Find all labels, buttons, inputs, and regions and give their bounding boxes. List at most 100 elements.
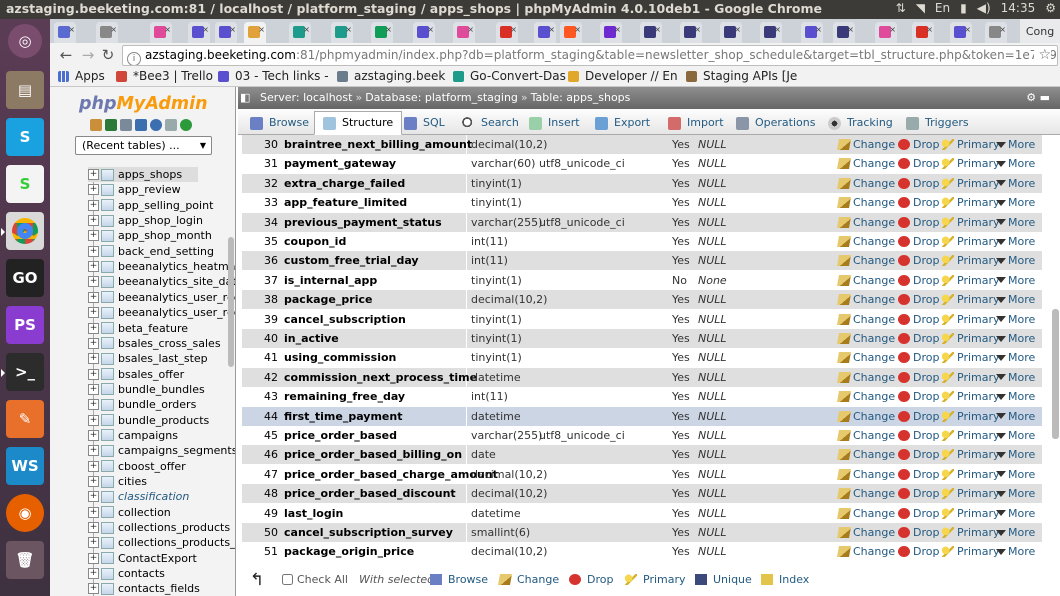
nav-table-item[interactable]: + back_end_setting: [88, 244, 214, 259]
bulk-browse-button[interactable]: Browse: [430, 563, 488, 596]
table-row[interactable]: 39 cancel_subscription tinyint(1) Yes NULL Ch…: [242, 309, 1042, 329]
table-row[interactable]: 47 price_order_based_charge_amount decimal…: [242, 464, 1042, 484]
table-row[interactable]: 38 package_price decimal(10,2) Yes NULL Chang…: [242, 290, 1042, 310]
table-row[interactable]: 48 price_order_based_discount decimal(10,2…: [242, 484, 1042, 504]
browser-tab[interactable]: ×: [413, 22, 435, 43]
primary-button[interactable]: Primary: [942, 504, 1000, 523]
more-button[interactable]: More: [996, 174, 1035, 193]
primary-button[interactable]: Primary: [942, 407, 1000, 426]
drop-button[interactable]: Drop: [898, 368, 939, 387]
change-button[interactable]: Change: [837, 193, 895, 212]
nav-table-item[interactable]: + collections_products_ne: [88, 535, 235, 550]
table-icon[interactable]: [101, 383, 114, 396]
breadcrumb-database[interactable]: Database: platform_staging: [365, 91, 518, 104]
check-all[interactable]: Check All: [282, 563, 348, 596]
table-icon[interactable]: [101, 475, 114, 488]
table-row[interactable]: 31 payment_gateway varchar(60) utf8_unicode…: [242, 154, 1042, 174]
bulk-drop-button[interactable]: Drop: [569, 563, 613, 596]
browser-tab[interactable]: ×: [801, 22, 823, 43]
primary-button[interactable]: Primary: [942, 426, 1000, 445]
more-button[interactable]: More: [996, 387, 1035, 406]
nav-table-item[interactable]: + apps_shops: [88, 167, 198, 182]
table-row[interactable]: 51 package_origin_price decimal(10,2) Yes NU…: [242, 542, 1042, 562]
primary-button[interactable]: Primary: [942, 542, 1000, 561]
tab-import[interactable]: Import: [668, 111, 724, 135]
nav-table-item[interactable]: + beeanalytics_site_data: [88, 274, 235, 289]
change-button[interactable]: Change: [837, 387, 895, 406]
main-scrollbar[interactable]: [1052, 309, 1059, 439]
nav-table-label[interactable]: beta_feature: [118, 322, 188, 335]
table-row[interactable]: 30 braintree_next_billing_amount decimal(1…: [242, 135, 1042, 154]
table-row[interactable]: 45 price_order_based varchar(255) utf8_unic…: [242, 426, 1042, 445]
bulk-unique-button[interactable]: Unique: [695, 563, 752, 596]
nav-table-item[interactable]: + classification: [88, 489, 189, 504]
more-button[interactable]: More: [996, 484, 1035, 503]
primary-button[interactable]: Primary: [942, 213, 1000, 232]
browser-tab[interactable]: ×: [912, 22, 934, 43]
more-button[interactable]: More: [996, 445, 1035, 464]
change-button[interactable]: Change: [837, 504, 895, 523]
tab-triggers[interactable]: Triggers: [906, 111, 969, 135]
change-button[interactable]: Change: [837, 329, 895, 348]
bulk-change-button[interactable]: Change: [498, 563, 559, 596]
table-icon[interactable]: [101, 275, 114, 288]
expand-icon[interactable]: +: [88, 291, 99, 303]
volume-icon[interactable]: ◀): [977, 1, 991, 15]
browser-tab[interactable]: ×: [680, 22, 702, 43]
browser-tab-active[interactable]: ×: [244, 22, 266, 43]
query-window-icon[interactable]: [120, 119, 132, 131]
nav-table-item[interactable]: + bsales_last_step: [88, 351, 208, 366]
nav-table-label[interactable]: campaigns_segments: [118, 444, 235, 457]
tab-search[interactable]: Search: [462, 111, 519, 135]
battery-icon[interactable]: ▮: [960, 1, 967, 15]
nav-table-item[interactable]: + bundle_orders: [88, 397, 196, 412]
expand-icon[interactable]: +: [88, 414, 99, 426]
phpmyadmin-logo[interactable]: phpMyAdmin: [79, 94, 208, 114]
nav-table-label[interactable]: app_review: [118, 183, 181, 196]
nav-table-item[interactable]: + contacts: [88, 566, 165, 581]
nav-table-label[interactable]: collections_products_ne: [118, 536, 235, 549]
more-button[interactable]: More: [996, 329, 1035, 348]
nav-table-item[interactable]: + collections_products: [88, 520, 230, 535]
drop-button[interactable]: Drop: [898, 232, 939, 251]
drop-button[interactable]: Drop: [898, 154, 939, 173]
table-icon[interactable]: [101, 506, 114, 519]
nav-scrollbar[interactable]: [228, 237, 234, 367]
browser-tab[interactable]: ×: [950, 22, 972, 43]
more-button[interactable]: More: [996, 251, 1035, 270]
nav-table-item[interactable]: + app_selling_point: [88, 198, 213, 213]
browser-tab[interactable]: ×: [534, 22, 556, 43]
terminal-icon[interactable]: >_: [1, 353, 44, 391]
table-row[interactable]: 40 in_active tinyint(1) Yes NULL Change Drop Pr…: [242, 329, 1042, 348]
wifi-icon[interactable]: ◥: [916, 1, 925, 15]
site-info-icon[interactable]: i: [127, 52, 141, 65]
table-row[interactable]: 50 cancel_subscription_survey smallint(6) Y…: [242, 523, 1042, 542]
expand-icon[interactable]: +: [88, 322, 99, 334]
table-icon[interactable]: [101, 168, 114, 181]
table-row[interactable]: 35 coupon_id int(11) Yes NULL Change Drop Prima…: [242, 232, 1042, 251]
tab-tracking[interactable]: Tracking: [828, 111, 893, 135]
table-icon[interactable]: [101, 245, 114, 258]
primary-button[interactable]: Primary: [942, 348, 1000, 367]
change-button[interactable]: Change: [837, 523, 895, 542]
expand-icon[interactable]: +: [88, 429, 99, 441]
primary-button[interactable]: Primary: [942, 310, 1000, 329]
primary-button[interactable]: Primary: [942, 193, 1000, 212]
bookmark-tech-links[interactable]: 03 - Tech links -: [218, 69, 329, 83]
drop-button[interactable]: Drop: [898, 290, 939, 309]
more-button[interactable]: More: [996, 135, 1035, 154]
nav-table-label[interactable]: collections_products: [118, 521, 230, 534]
more-button[interactable]: More: [996, 348, 1035, 367]
table-row[interactable]: 37 is_internal_app tinyint(1) No None Change D…: [242, 270, 1042, 290]
change-button[interactable]: Change: [837, 484, 895, 503]
settings-gear-icon[interactable]: ⚙: [1045, 1, 1056, 15]
table-row[interactable]: 32 extra_charge_failed tinyint(1) Yes NULL Ch…: [242, 173, 1042, 193]
change-button[interactable]: Change: [837, 154, 895, 173]
reload-nav-icon[interactable]: [180, 119, 192, 131]
nav-table-label[interactable]: cboost_offer: [118, 460, 186, 473]
browser-tab[interactable]: ×: [720, 22, 742, 43]
nav-table-label[interactable]: contacts_fields: [118, 582, 200, 595]
expand-icon[interactable]: +: [88, 276, 99, 288]
primary-button[interactable]: Primary: [942, 154, 1000, 173]
primary-button[interactable]: Primary: [942, 523, 1000, 542]
